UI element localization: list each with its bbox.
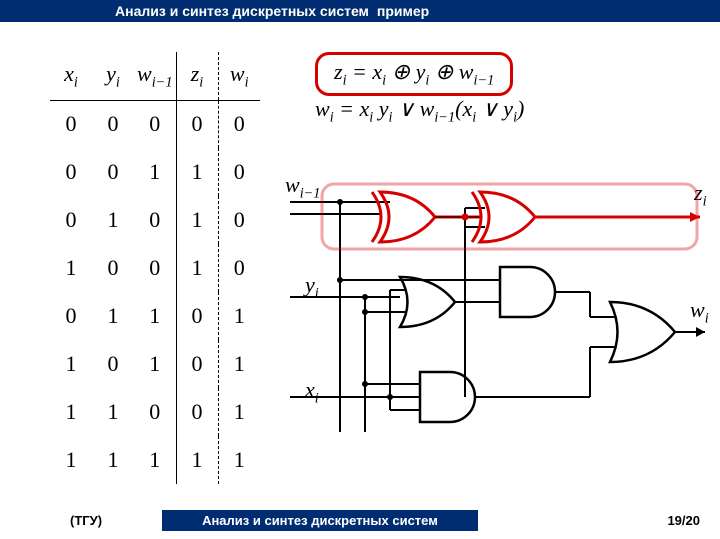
table-row: 10010 bbox=[50, 244, 260, 292]
header-title: Анализ и синтез дискретных систем bbox=[115, 3, 369, 19]
and-gate-1 bbox=[500, 267, 555, 317]
footer-title: Анализ и синтез дискретных систем bbox=[162, 510, 478, 531]
footer-org: (ТГУ) bbox=[70, 513, 102, 528]
table-row: 11001 bbox=[50, 388, 260, 436]
header-subtitle: пример bbox=[377, 3, 429, 19]
equation-w: wi = xi yi ∨ wi−1(xi ∨ yi) bbox=[315, 96, 524, 126]
footer: (ТГУ) Анализ и синтез дискретных систем … bbox=[0, 509, 720, 531]
and-gate-2 bbox=[420, 372, 475, 422]
or-gate-2 bbox=[610, 302, 675, 362]
content: xi yi wi−1 zi wi 00000 00110 01010 10010… bbox=[0, 22, 720, 502]
equation-z: zi = xi ⊕ yi ⊕ wi−1 bbox=[315, 52, 513, 96]
xor-gate-2 bbox=[472, 192, 535, 242]
xor-gate-1 bbox=[372, 192, 435, 242]
col-xi: xi bbox=[50, 52, 92, 100]
footer-page: 19/20 bbox=[667, 513, 700, 528]
col-zi: zi bbox=[176, 52, 218, 100]
col-wi: wi bbox=[218, 52, 260, 100]
table-row: 00000 bbox=[50, 100, 260, 148]
or-gate-1 bbox=[400, 277, 455, 327]
table-row: 11111 bbox=[50, 436, 260, 484]
table-row: 00110 bbox=[50, 148, 260, 196]
logic-circuit bbox=[280, 172, 720, 462]
col-wi1: wi−1 bbox=[134, 52, 176, 100]
right-area: zi = xi ⊕ yi ⊕ wi−1 wi = xi yi ∨ wi−1(xi… bbox=[280, 22, 720, 502]
truth-table-area: xi yi wi−1 zi wi 00000 00110 01010 10010… bbox=[0, 22, 280, 502]
col-yi: yi bbox=[92, 52, 134, 100]
table-row: 01010 bbox=[50, 196, 260, 244]
truth-table: xi yi wi−1 zi wi 00000 00110 01010 10010… bbox=[50, 52, 260, 484]
header-bar: Анализ и синтез дискретных систем пример bbox=[0, 0, 720, 22]
table-row: 10101 bbox=[50, 340, 260, 388]
table-row: 01101 bbox=[50, 292, 260, 340]
